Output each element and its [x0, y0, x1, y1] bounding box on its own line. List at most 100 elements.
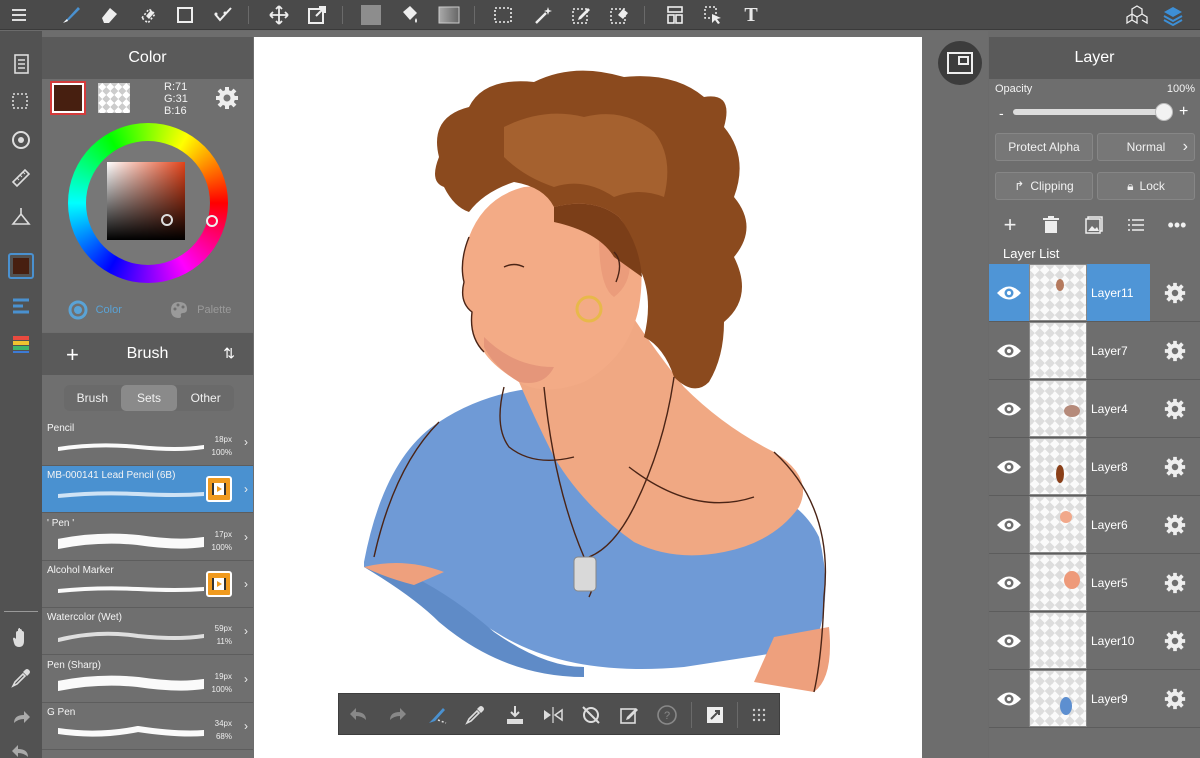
text-icon[interactable]: T — [738, 3, 764, 27]
layer-row[interactable]: Layer6 — [989, 496, 1200, 554]
chevron-right-icon[interactable]: › — [244, 435, 248, 449]
select-eraser-icon[interactable] — [606, 3, 632, 27]
saturation-value-box[interactable] — [107, 162, 185, 240]
brush-item[interactable]: Watercolor (Wet) 59px 11% › — [42, 608, 253, 656]
layer-settings-gear-icon[interactable] — [1163, 513, 1187, 537]
brush-item[interactable]: Pen (Sharp) 19px 100% › — [42, 656, 253, 703]
gradient-icon[interactable] — [436, 3, 462, 27]
ruler-icon[interactable] — [8, 165, 34, 191]
layer-row[interactable]: Layer11 — [989, 264, 1200, 322]
select-pen2-icon[interactable] — [568, 3, 594, 27]
brush-item[interactable]: MB-000141 Lead Pencil (6B) › — [42, 466, 253, 514]
lasso-eraser-icon[interactable] — [134, 3, 160, 27]
fill-brush-icon[interactable] — [425, 703, 449, 727]
color-settings-gear-icon[interactable] — [214, 85, 240, 111]
fill-swatch-icon[interactable] — [358, 3, 384, 27]
hue-picker-knob[interactable] — [206, 215, 218, 227]
chevron-right-icon[interactable]: › — [244, 624, 248, 638]
protect-alpha-button[interactable]: Protect Alpha — [995, 133, 1093, 161]
brush-list-icon[interactable] — [8, 293, 34, 319]
transform-icon[interactable] — [304, 3, 330, 27]
chevron-right-icon[interactable]: › — [244, 577, 248, 591]
select-pen-icon[interactable] — [210, 3, 236, 27]
visibility-toggle[interactable] — [989, 496, 1029, 553]
tab-palette[interactable]: Palette — [148, 295, 254, 325]
chevron-right-icon[interactable]: › — [244, 719, 248, 733]
color-swatch-icon[interactable] — [8, 253, 34, 279]
pages-icon[interactable] — [8, 51, 34, 77]
visibility-toggle[interactable] — [989, 438, 1029, 495]
opacity-slider[interactable] — [1013, 109, 1163, 115]
magic-wand-icon[interactable] — [530, 3, 556, 27]
visibility-toggle[interactable] — [989, 612, 1029, 669]
eyedropper-icon[interactable] — [463, 703, 487, 727]
rotate-reset-icon[interactable] — [579, 703, 603, 727]
tab-other[interactable]: Other — [177, 385, 234, 411]
lock-button[interactable]: 🔒︎ Lock — [1097, 172, 1195, 200]
layer-row[interactable]: Layer8 — [989, 438, 1200, 496]
layer-row[interactable]: Layer5 — [989, 554, 1200, 612]
redo-icon[interactable] — [8, 705, 34, 731]
undo-icon[interactable] — [347, 703, 371, 727]
chevron-right-icon[interactable]: › — [244, 672, 248, 686]
image-layer-icon[interactable] — [1082, 213, 1106, 237]
layer-row[interactable]: Layer10 — [989, 612, 1200, 670]
edit-icon[interactable] — [617, 703, 641, 727]
chevron-right-icon[interactable]: › — [244, 530, 248, 544]
chevron-right-icon[interactable]: › — [244, 482, 248, 496]
primary-color-swatch[interactable] — [50, 81, 86, 115]
layer-settings-gear-icon[interactable] — [1163, 397, 1187, 421]
brush-item[interactable]: Alcohol Marker › — [42, 561, 253, 608]
color-bars-icon[interactable] — [8, 331, 34, 357]
hue-wheel[interactable] — [68, 123, 228, 283]
delete-layer-icon[interactable] — [1039, 213, 1063, 237]
visibility-toggle[interactable] — [989, 670, 1029, 727]
eraser-icon[interactable] — [96, 3, 122, 27]
tab-sets[interactable]: Sets — [120, 385, 178, 411]
tab-color[interactable]: Color — [42, 295, 148, 325]
layer-list-icon[interactable] — [1124, 213, 1148, 237]
hand-icon[interactable] — [8, 625, 34, 651]
add-brush-button[interactable]: + — [66, 342, 79, 368]
flip-icon[interactable] — [541, 703, 565, 727]
tab-brush[interactable]: Brush — [64, 385, 121, 411]
undo-icon[interactable] — [8, 739, 34, 758]
layer-row[interactable]: Layer9 — [989, 670, 1200, 728]
video-tutorial-icon[interactable] — [206, 476, 232, 503]
drawing-canvas[interactable] — [254, 37, 922, 758]
snap-icon[interactable] — [703, 703, 727, 727]
more-options-icon[interactable]: ••• — [1165, 213, 1189, 237]
save-icon[interactable] — [503, 703, 527, 727]
perspective-icon[interactable] — [8, 203, 34, 229]
brush-item[interactable]: G Pen 34px 68% › — [42, 703, 253, 750]
blend-mode-select[interactable]: Normal › — [1097, 133, 1195, 161]
brush-item[interactable]: ' Pen ' 17px 100% › — [42, 514, 253, 561]
video-tutorial-icon[interactable] — [206, 570, 232, 597]
layer-settings-gear-icon[interactable] — [1163, 281, 1187, 305]
layer-settings-gear-icon[interactable] — [1163, 629, 1187, 653]
layer-settings-gear-icon[interactable] — [1163, 687, 1187, 711]
navigator-button[interactable] — [938, 41, 982, 85]
clipping-button[interactable]: ↱ Clipping — [995, 172, 1093, 200]
brush-icon[interactable] — [58, 3, 84, 27]
opacity-slider-knob[interactable] — [1155, 103, 1173, 121]
layers-icon[interactable] — [1160, 3, 1186, 27]
marquee-icon[interactable] — [490, 3, 516, 27]
layer-row[interactable]: Layer4 — [989, 380, 1200, 438]
visibility-toggle[interactable] — [989, 380, 1029, 437]
opacity-decrease-button[interactable]: - — [999, 105, 1004, 121]
pointer-icon[interactable] — [700, 3, 726, 27]
layer-settings-gear-icon[interactable] — [1163, 455, 1187, 479]
brush-item[interactable]: Pencil 18px 100% › — [42, 419, 253, 466]
layer-settings-gear-icon[interactable] — [1163, 339, 1187, 363]
bucket-icon[interactable] — [396, 3, 422, 27]
panels-icon[interactable] — [662, 3, 688, 27]
visibility-toggle[interactable] — [989, 322, 1029, 379]
sv-picker-knob[interactable] — [161, 214, 173, 226]
redo-icon[interactable] — [385, 703, 409, 727]
add-layer-icon[interactable]: + — [998, 212, 1022, 237]
secondary-color-swatch[interactable] — [98, 83, 130, 113]
grid-icon[interactable] — [747, 703, 771, 727]
help-icon[interactable]: ? — [655, 703, 679, 727]
materials-icon[interactable] — [1124, 3, 1150, 27]
